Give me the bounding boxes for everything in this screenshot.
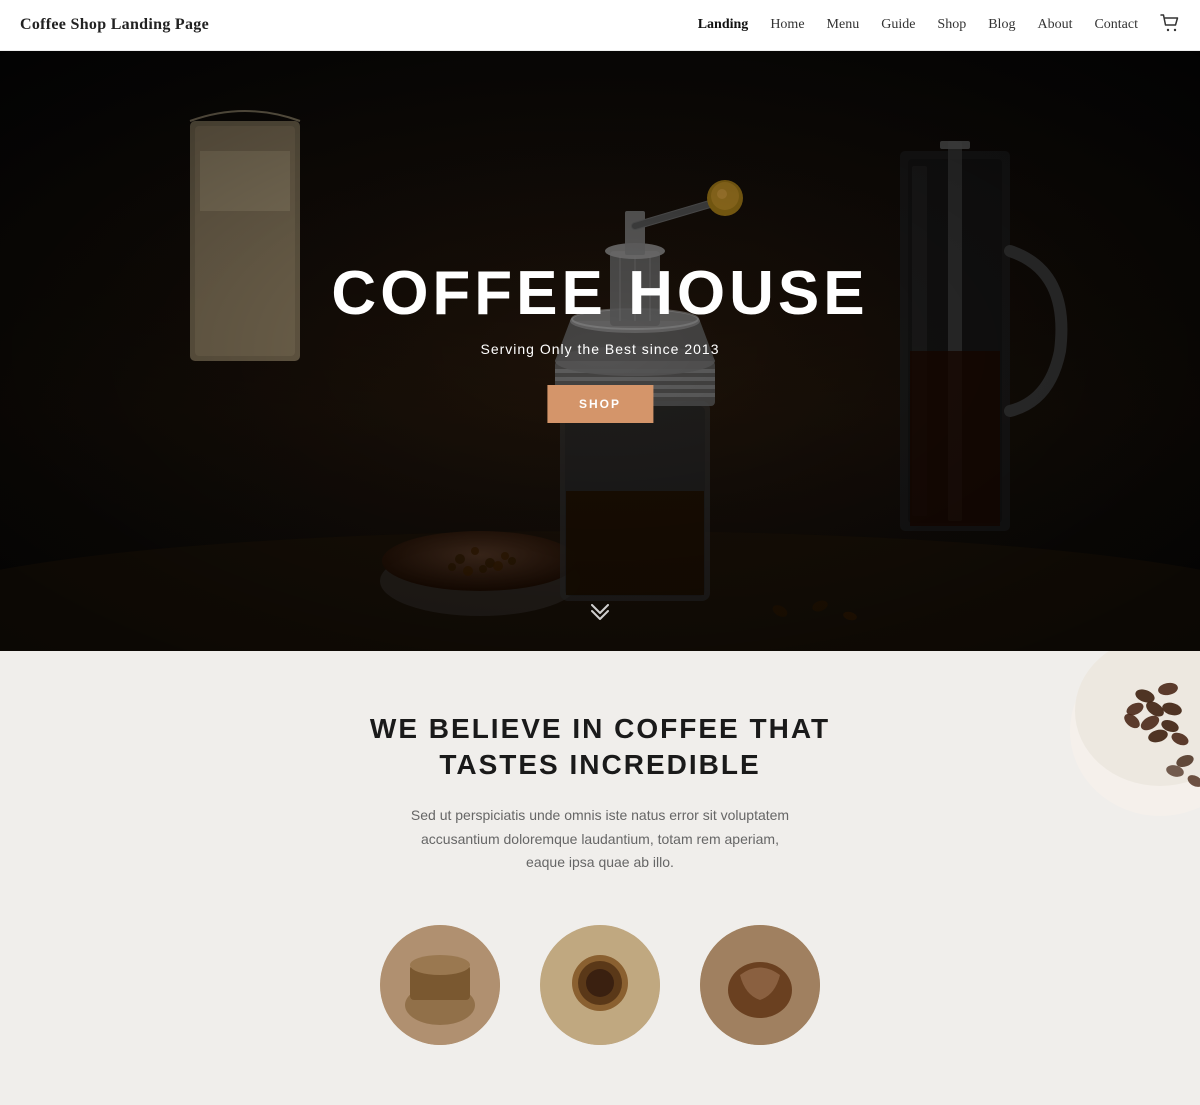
circles-row bbox=[20, 905, 1180, 1065]
site-logo: Coffee Shop Landing Page bbox=[20, 16, 209, 34]
nav-item-shop[interactable]: Shop bbox=[937, 17, 966, 33]
circle-item-1 bbox=[380, 925, 500, 1045]
hero-subtitle: Serving Only the Best since 2013 bbox=[331, 341, 868, 357]
nav-item-landing[interactable]: Landing bbox=[698, 17, 749, 33]
beans-corner bbox=[1000, 651, 1200, 871]
scroll-indicator bbox=[588, 599, 612, 627]
about-section: WE BELIEVE IN COFFEE THAT TASTES INCREDI… bbox=[0, 651, 1200, 1105]
circle-item-2 bbox=[540, 925, 660, 1045]
hero-section: COFFEE HOUSE Serving Only the Best since… bbox=[0, 51, 1200, 651]
cart-icon[interactable] bbox=[1160, 14, 1180, 37]
hero-title: COFFEE HOUSE bbox=[331, 263, 868, 325]
nav-item-about[interactable]: About bbox=[1037, 17, 1072, 33]
about-text-container: WE BELIEVE IN COFFEE THAT TASTES INCREDI… bbox=[300, 711, 900, 875]
about-body: Sed ut perspiciatis unde omnis iste natu… bbox=[410, 804, 790, 875]
nav-item-contact[interactable]: Contact bbox=[1094, 17, 1138, 33]
nav-item-menu[interactable]: Menu bbox=[827, 17, 860, 33]
header: Coffee Shop Landing Page Landing Home Me… bbox=[0, 0, 1200, 51]
hero-content: COFFEE HOUSE Serving Only the Best since… bbox=[331, 263, 868, 423]
circle-item-3 bbox=[700, 925, 820, 1045]
main-nav: Landing Home Menu Guide Shop Blog About … bbox=[698, 14, 1180, 37]
nav-item-blog[interactable]: Blog bbox=[988, 17, 1015, 33]
nav-item-guide[interactable]: Guide bbox=[881, 17, 915, 33]
nav-item-home[interactable]: Home bbox=[770, 17, 804, 33]
about-title: WE BELIEVE IN COFFEE THAT TASTES INCREDI… bbox=[350, 711, 850, 784]
hero-shop-button[interactable]: SHOP bbox=[547, 385, 653, 423]
